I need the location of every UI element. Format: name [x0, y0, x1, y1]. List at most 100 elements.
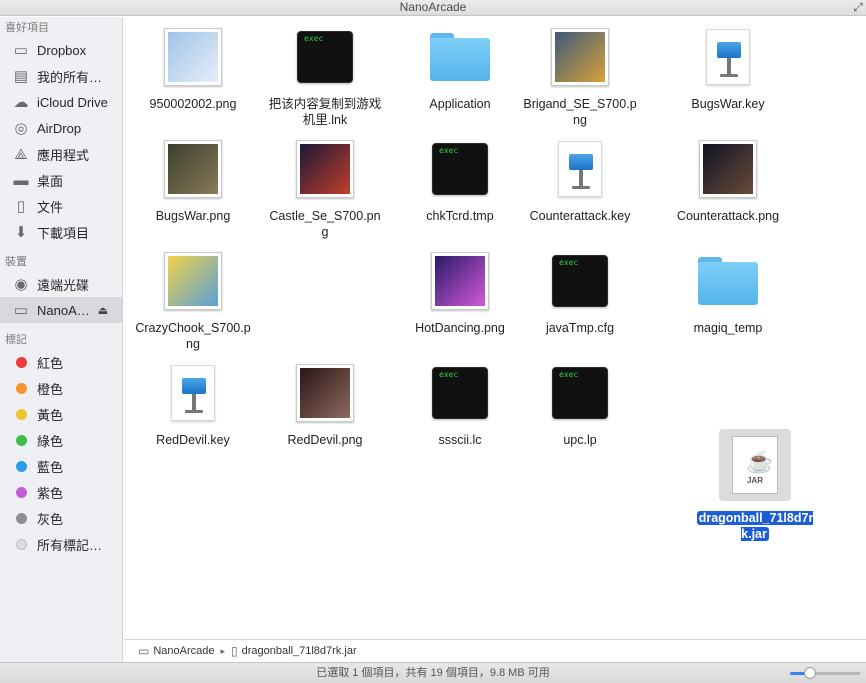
path-separator-icon: ▸ [220, 645, 226, 656]
file-item[interactable]: BugsWar.png [128, 139, 258, 224]
file-name-text: Counterattack.png [676, 209, 780, 223]
terminal-exec-icon: exec [297, 31, 353, 83]
image-thumbnail-icon [431, 252, 489, 310]
sidebar-tag-5[interactable]: 紫色 [0, 479, 122, 505]
file-name: Brigand_SE_S700.png [515, 96, 645, 128]
file-thumbnail [698, 251, 758, 311]
file-item[interactable]: exec chkTcrd.tmp [395, 139, 525, 224]
file-item[interactable]: BugsWar.key [663, 27, 793, 112]
path-bar: ▭ NanoArcade ▸ ▯ dragonball_71l8d7rk.jar [124, 639, 866, 662]
coffee-cup-icon: ☕ [746, 449, 774, 474]
file-thumbnail [698, 27, 758, 87]
file-item[interactable]: exec upc.lp [515, 363, 645, 448]
disc-icon: ◉ [14, 276, 28, 293]
sidebar-tag-1[interactable]: 橙色 [0, 375, 122, 401]
file-name-text: magiq_temp [693, 321, 763, 335]
file-item[interactable]: Counterattack.key [515, 139, 645, 224]
file-thumbnail: exec [550, 363, 610, 423]
fullscreen-icon[interactable]: ⤢ [852, 0, 864, 14]
file-item[interactable]: exec 把该内容复制到游戏机里.lnk [260, 27, 390, 128]
file-thumbnail [295, 363, 355, 423]
drive-icon: ▭ [138, 644, 150, 658]
file-item[interactable]: Counterattack.png [663, 139, 793, 224]
status-bar: 已選取 1 個項目，共有 19 個項目，9.8 MB 可用 [0, 662, 866, 683]
sidebar-tag-0[interactable]: 紅色 [0, 349, 122, 375]
file-item[interactable]: CrazyChook_S700.png [128, 251, 258, 352]
file-name: upc.lp [515, 432, 645, 448]
status-text: 已選取 1 個項目，共有 19 個項目，9.8 MB 可用 [316, 667, 550, 679]
slider-knob[interactable] [803, 667, 816, 679]
sidebar-item-label: 橙色 [37, 381, 64, 397]
sidebar-item-5[interactable]: ▬ 桌面 [0, 167, 122, 193]
image-thumbnail-icon [164, 252, 222, 310]
tag-dot-icon [11, 483, 31, 501]
sidebar-item-label: 下載項目 [37, 225, 90, 241]
tag-dot-icon [11, 457, 31, 475]
file-browser[interactable]: 950002002.png exec 把该内容复制到游戏机里.lnk Applicat… [124, 17, 866, 639]
keynote-document-icon [558, 141, 602, 197]
file-name: RedDevil.png [260, 432, 390, 448]
image-thumbnail-icon [699, 140, 757, 198]
sidebar-item-0[interactable]: ◉ 遠端光碟 [0, 271, 122, 297]
file-item[interactable]: RedDevil.key [128, 363, 258, 448]
sidebar-tag-3[interactable]: 綠色 [0, 427, 122, 453]
sidebar-item-label: 紅色 [37, 355, 64, 371]
file-item[interactable]: RedDevil.png [260, 363, 390, 448]
file-name: Application [395, 96, 525, 112]
file-item[interactable]: HotDancing.png [395, 251, 525, 336]
file-item[interactable]: Brigand_SE_S700.png [515, 27, 645, 128]
file-name-text: Application [429, 97, 491, 111]
file-name: dragonball_71l8d7rk.jar [690, 510, 820, 542]
file-item[interactable]: Application [395, 27, 525, 112]
sidebar-item-label: iCloud Drive [37, 94, 108, 110]
file-name-text: 950002002.png [149, 97, 237, 111]
cloud-icon: ☁ [13, 94, 29, 111]
sidebar-tag-6[interactable]: 灰色 [0, 505, 122, 531]
window-title: NanoArcade [399, 0, 467, 14]
sidebar-item-1[interactable]: ▤ 我的所有… [0, 63, 122, 89]
path-item[interactable]: NanoArcade [153, 645, 214, 657]
sidebar-item-label: 黃色 [37, 407, 64, 423]
sidebar-item-0[interactable]: ▭ Dropbox [0, 37, 122, 63]
title-bar[interactable]: NanoArcade ⤢ [0, 0, 866, 16]
sidebar-item-6[interactable]: ▯ 文件 [0, 193, 122, 219]
file-thumbnail [430, 27, 490, 87]
file-name-text: 把该内容复制到游戏机里.lnk [268, 97, 382, 127]
file-name: javaTmp.cfg [515, 320, 645, 336]
keynote-document-icon [171, 365, 215, 421]
sidebar-tag-4[interactable]: 藍色 [0, 453, 122, 479]
sidebar-item-1[interactable]: ▭ NanoA… ⏏ [0, 297, 122, 323]
sidebar-item-2[interactable]: ☁ iCloud Drive [0, 89, 122, 115]
sidebar-item-3[interactable]: ◎ AirDrop [0, 115, 122, 141]
file-name-text: BugsWar.key [691, 97, 765, 111]
sidebar-item-7[interactable]: ⬇ 下載項目 [0, 219, 122, 245]
folder-icon [698, 257, 758, 305]
sidebar-item-4[interactable]: ⟁ 應用程式 [0, 141, 122, 167]
file-name-text: RedDevil.png [287, 433, 363, 447]
file-name: BugsWar.png [128, 208, 258, 224]
folder-icon: ▭ [13, 42, 29, 59]
sidebar-item-label: 藍色 [37, 459, 64, 475]
tag-dot-icon [11, 405, 31, 423]
file-item[interactable]: exec javaTmp.cfg [515, 251, 645, 336]
file-thumbnail: ☕ JAR [719, 429, 791, 501]
file-item[interactable]: exec ssscii.lc [395, 363, 525, 448]
sidebar-item-label: 遠端光碟 [37, 277, 90, 293]
downloads-icon: ⬇ [14, 224, 28, 241]
sidebar-item-label: AirDrop [37, 120, 82, 136]
icon-size-slider[interactable] [790, 667, 860, 679]
file-name: CrazyChook_S700.png [128, 320, 258, 352]
file-thumbnail [430, 251, 490, 311]
file-item[interactable]: 950002002.png [128, 27, 258, 112]
tags-header: 標記 [5, 334, 27, 346]
file-item[interactable]: Castle_Se_S700.png [260, 139, 390, 240]
sidebar-tag-7[interactable]: 所有標記… [0, 531, 122, 557]
file-item[interactable]: magiq_temp [663, 251, 793, 336]
file-item[interactable]: ☕ JAR dragonball_71l8d7rk.jar [690, 429, 820, 542]
eject-icon[interactable]: ⏏ [98, 304, 108, 317]
sidebar-tag-2[interactable]: 黃色 [0, 401, 122, 427]
file-name: Counterattack.png [663, 208, 793, 224]
file-thumbnail: exec [550, 251, 610, 311]
all-files-icon: ▤ [13, 68, 29, 85]
path-item[interactable]: dragonball_71l8d7rk.jar [242, 645, 357, 657]
